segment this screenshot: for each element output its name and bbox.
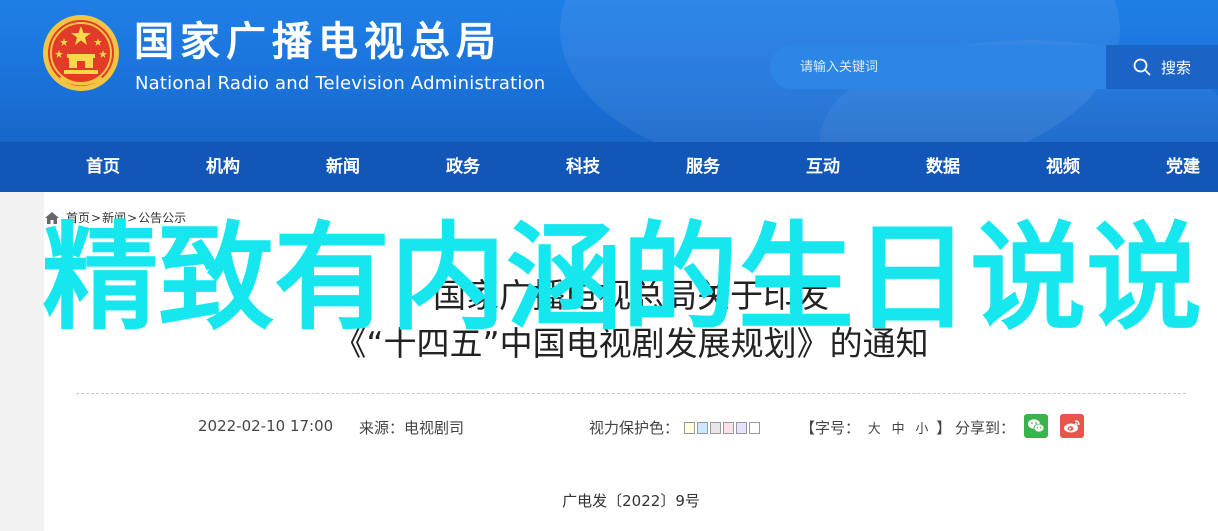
nav-item-video[interactable]: 视频 xyxy=(1023,142,1103,192)
article-datetime: 2022-02-10 17:00 xyxy=(198,417,334,435)
nav-item-data[interactable]: 数据 xyxy=(903,142,983,192)
main-nav: 首页 机构 新闻 政务 科技 服务 互动 数据 视频 党建 xyxy=(0,142,1218,192)
font-size-control: 【字号： 大 中 小 】 xyxy=(800,417,951,438)
nav-item-services[interactable]: 服务 xyxy=(663,142,743,192)
breadcrumb-current[interactable]: 公告公示 xyxy=(138,209,186,226)
site-subtitle: National Radio and Television Administra… xyxy=(135,73,546,94)
font-size-bracket: 】 xyxy=(936,419,952,437)
site-header: 国家广播电视总局 National Radio and Television A… xyxy=(0,0,1218,142)
nav-item-interaction[interactable]: 互动 xyxy=(783,142,863,192)
breadcrumb-separator: > xyxy=(91,210,102,225)
search-icon xyxy=(1133,58,1151,76)
wechat-icon xyxy=(1028,419,1045,433)
eye-color-swatch[interactable] xyxy=(683,422,695,434)
divider xyxy=(76,393,1186,394)
font-size-small[interactable]: 小 xyxy=(915,422,928,437)
breadcrumb-home[interactable]: 首页 xyxy=(66,209,90,226)
site-title: 国家广播电视总局 xyxy=(134,18,502,65)
breadcrumb-news[interactable]: 新闻 xyxy=(102,209,126,226)
eye-protection: 视力保护色： xyxy=(589,417,762,438)
weibo-icon xyxy=(1064,420,1080,433)
breadcrumb-separator: > xyxy=(127,210,138,225)
eye-color-swatch[interactable] xyxy=(722,422,734,434)
eye-protection-label: 视力保护色： xyxy=(589,419,680,437)
document-number: 广电发〔2022〕9号 xyxy=(562,492,700,510)
search-box: 搜索 xyxy=(770,45,1218,89)
eye-color-swatch[interactable] xyxy=(696,422,708,434)
article-source: 来源：电视剧司 xyxy=(359,419,465,437)
article-title-line2: 《“十四五”中国电视剧发展规划》的通知 xyxy=(333,324,929,363)
eye-color-swatch[interactable] xyxy=(709,422,721,434)
search-button-label: 搜索 xyxy=(1160,58,1191,77)
font-size-label: 【字号： xyxy=(800,419,861,437)
font-size-medium[interactable]: 中 xyxy=(892,422,905,437)
home-icon xyxy=(45,211,59,224)
nav-item-government[interactable]: 政务 xyxy=(423,142,503,192)
nav-item-party[interactable]: 党建 xyxy=(1143,142,1218,192)
nav-item-institution[interactable]: 机构 xyxy=(183,142,263,192)
nav-item-technology[interactable]: 科技 xyxy=(543,142,623,192)
article-container: 首页 > 新闻 > 公告公示 国家广播电视总局关于印发 《“十四五”中国电视剧发… xyxy=(44,192,1218,531)
wechat-share-button[interactable] xyxy=(1024,414,1048,438)
search-button[interactable]: 搜索 xyxy=(1106,45,1218,89)
weibo-share-button[interactable] xyxy=(1060,414,1084,438)
nav-item-news[interactable]: 新闻 xyxy=(303,142,383,192)
eye-color-swatch[interactable] xyxy=(748,422,760,434)
eye-color-swatch[interactable] xyxy=(735,422,747,434)
share-label: 分享到： xyxy=(955,419,1016,437)
font-size-large[interactable]: 大 xyxy=(868,422,881,437)
search-input[interactable] xyxy=(770,45,1104,89)
article-title-line1: 国家广播电视总局关于印发 xyxy=(433,276,829,315)
breadcrumb: 首页 > 新闻 > 公告公示 xyxy=(44,209,186,226)
article-title: 国家广播电视总局关于印发 《“十四五”中国电视剧发展规划》的通知 xyxy=(44,272,1218,368)
national-emblem-icon[interactable] xyxy=(40,12,122,94)
nav-item-home[interactable]: 首页 xyxy=(63,142,143,192)
